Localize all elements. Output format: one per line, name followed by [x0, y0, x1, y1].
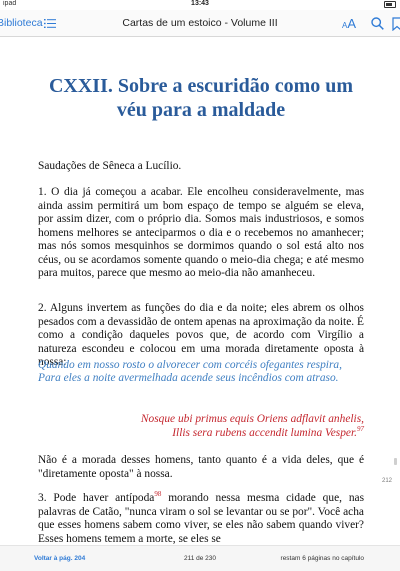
reader-toolbar: Biblioteca Cartas de um estoico - Volume…	[0, 10, 400, 37]
status-bar: ipad 13:43	[0, 0, 400, 10]
status-time: 13:43	[191, 0, 209, 7]
paragraph-4-start: 3. Pode haver antípoda	[38, 492, 155, 504]
page-content: CXXII. Sobre a escuridão como um véu par…	[38, 74, 364, 545]
quote-la-line-2-wrap: Illis sera rubens accendit lumina Vesper…	[38, 425, 364, 441]
bottom-bar: Voltar à pág. 204 211 de 230 restam 6 pá…	[0, 545, 400, 571]
side-page-number: 212	[382, 478, 393, 484]
quote-la-line-1: Nosque ubi primus equis Oriens adflavit …	[140, 413, 364, 425]
quote-latin: Nosque ubi primus equis Oriens adflavit …	[38, 413, 364, 440]
book-title: Cartas de um estoico - Volume III	[122, 17, 278, 29]
font-large-label: A	[347, 16, 357, 31]
bookmark-icon[interactable]	[392, 17, 400, 31]
paragraph-1: 1. O dia já começou a acabar. Ele encolh…	[38, 186, 364, 279]
pages-remaining: restam 6 páginas no capítulo	[280, 555, 364, 562]
battery-icon	[384, 1, 396, 8]
quote-pt-line-1: Quando em nosso rosto o alvorecer com co…	[38, 359, 342, 371]
margin-marker	[394, 458, 397, 465]
paragraph-3: Não é a morada desses homens, tanto quan…	[38, 454, 364, 480]
paragraph-4: 3. Pode haver antípoda98 morando nessa m…	[38, 491, 364, 546]
greeting: Saudações de Sêneca a Lucílio.	[38, 160, 182, 172]
footnote-97-link[interactable]: 97	[357, 425, 364, 433]
quote-pt-line-2: Para eles a noite avermelhada acende seu…	[38, 371, 339, 384]
search-icon[interactable]	[371, 17, 384, 30]
quote-portuguese: Quando em nosso rosto o alvorecer com co…	[38, 359, 364, 385]
chapter-title: CXXII. Sobre a escuridão como um véu par…	[48, 75, 354, 121]
font-settings-icon[interactable]: AA	[342, 16, 356, 31]
quote-la-line-2: Illis sera rubens accendit lumina Vesper…	[172, 426, 357, 439]
